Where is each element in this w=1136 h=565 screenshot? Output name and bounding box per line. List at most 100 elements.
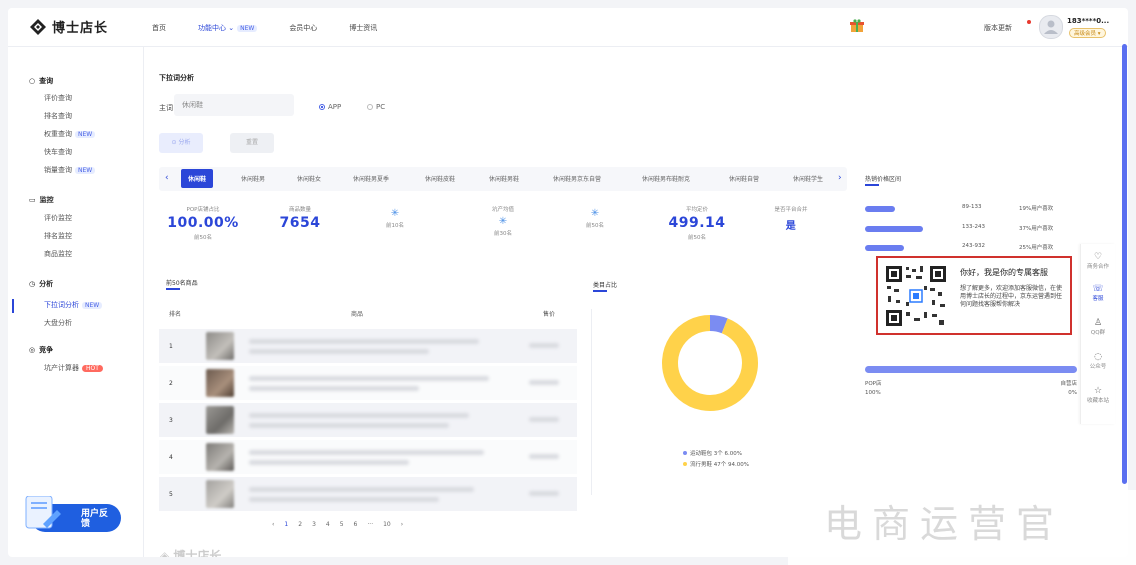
user-phone[interactable]: 183****0...: [1067, 17, 1109, 25]
tab-keyword[interactable]: 休闲鞋男京东自营: [553, 174, 601, 183]
platform-radio-app[interactable]: APP: [319, 103, 341, 111]
pager-page[interactable]: 10: [383, 521, 391, 528]
float-label: 收藏本站: [1086, 398, 1109, 404]
pager-next[interactable]: ›: [401, 521, 403, 528]
tab-keyword[interactable]: 休闲鞋男夏季: [353, 174, 389, 183]
sidebar-item-label: 下拉词分析: [44, 301, 79, 309]
rank-cell: 2: [169, 380, 173, 387]
table-row[interactable]: 3: [159, 403, 577, 437]
sidebar-item-label: 商品监控: [44, 250, 72, 258]
table-row[interactable]: 4: [159, 440, 577, 474]
sidebar-item-product-monitor[interactable]: 商品监控: [44, 249, 72, 259]
tab-keyword[interactable]: 休闲鞋: [181, 169, 214, 188]
nav-news[interactable]: 博士资讯: [349, 23, 377, 33]
avatar[interactable]: [1039, 15, 1063, 39]
blurred-price: [529, 454, 559, 459]
platform-radio-pc[interactable]: PC: [367, 103, 385, 111]
headset-icon: ☏: [1092, 284, 1104, 294]
stat-loading: ✳ 前10名: [351, 205, 439, 229]
price-range-row: 243-932 25%用户喜欢: [865, 243, 1077, 253]
page-scrollbar[interactable]: [1122, 44, 1127, 484]
blurred-price: [529, 343, 559, 348]
new-badge: NEW: [75, 167, 96, 174]
keyword-input[interactable]: 休闲鞋: [174, 94, 294, 116]
logo[interactable]: 博士店长: [30, 17, 108, 36]
float-service[interactable]: ☏ 客服: [1081, 284, 1115, 302]
qr-code-icon[interactable]: [884, 264, 948, 328]
chevron-right-icon[interactable]: ›: [838, 173, 842, 183]
nav-news-label: 博士资讯: [349, 24, 378, 32]
version-update-link[interactable]: 版本更新: [984, 23, 1012, 33]
float-label: QQ群: [1090, 330, 1106, 336]
analyze-button[interactable]: ⊙ 分析: [159, 133, 203, 153]
active-indicator: [12, 299, 14, 313]
tab-keyword[interactable]: 休闲鞋男鞋: [489, 174, 519, 183]
pager-prev[interactable]: ‹: [272, 521, 274, 528]
tab-keyword[interactable]: 休闲鞋皮鞋: [425, 174, 455, 183]
sidebar-group-query[interactable]: ○ 查询: [29, 76, 53, 86]
legend-label: 运动鞋包 3个 6.00%: [690, 451, 742, 457]
sidebar-item-market-analysis[interactable]: 大盘分析: [44, 318, 72, 328]
table-row[interactable]: 2: [159, 366, 577, 400]
sidebar-item-rank-monitor[interactable]: 排名监控: [44, 231, 72, 241]
donut-slice-0: [709, 315, 728, 334]
sidebar-item-calculator[interactable]: 坑产计算器 HOT: [44, 363, 103, 373]
stat-avg-output: 坑产均值 ✳ 前30名: [459, 205, 547, 237]
shop-type-right-label: 自营店: [1060, 381, 1077, 387]
tab-keyword[interactable]: 休闲鞋学生: [793, 174, 823, 183]
rank-cell: 3: [169, 417, 173, 424]
float-business[interactable]: ♡ 商务合作: [1081, 252, 1115, 270]
sidebar-item-label: 排名监控: [44, 232, 72, 240]
pager-page[interactable]: 2: [298, 521, 302, 528]
member-level-badge[interactable]: 高级会员 ▾: [1069, 28, 1106, 38]
col-rank: 排名: [169, 311, 182, 318]
sidebar-group-analysis[interactable]: ◷ 分析: [29, 279, 53, 289]
nav-features[interactable]: 功能中心 ⌄ NEW: [198, 23, 258, 33]
sidebar-item-weight-query[interactable]: 权重查询 NEW: [44, 129, 96, 139]
blurred-text: [249, 376, 489, 381]
float-bookmark[interactable]: ☆ 收藏本站: [1081, 386, 1115, 404]
float-label: 公众号: [1089, 364, 1107, 370]
pager-page[interactable]: 4: [326, 521, 330, 528]
tab-keyword[interactable]: 休闲鞋男布鞋耐克: [642, 174, 690, 183]
chevron-left-icon[interactable]: ‹: [165, 173, 169, 183]
sidebar-item-rank-query[interactable]: 排名查询: [44, 111, 72, 121]
sidebar-item-label: 评价查询: [44, 94, 72, 102]
sidebar-item-dropdown-analysis[interactable]: 下拉词分析 NEW: [44, 300, 103, 310]
stat-value: 100.00%: [167, 215, 239, 231]
sidebar-item-review-query[interactable]: 评价查询: [44, 93, 72, 103]
pager-page[interactable]: 3: [312, 521, 316, 528]
stat-pop-ratio: POP店铺占比 100.00% 前50名: [159, 205, 247, 241]
sidebar-group-monitor[interactable]: ▭ 监控: [29, 195, 54, 205]
tab-keyword[interactable]: 休闲鞋男: [241, 174, 265, 183]
sidebar-item-sales-query[interactable]: 销量查询 NEW: [44, 165, 96, 175]
stat-sub: 前10名: [386, 223, 404, 229]
sidebar-item-express-query[interactable]: 快车查询: [44, 147, 72, 157]
sidebar-item-label: 坑产计算器: [44, 364, 79, 372]
float-wechat[interactable]: ◌ 公众号: [1081, 352, 1115, 370]
pager-ellipsis[interactable]: ···: [367, 521, 373, 528]
nav-members[interactable]: 会员中心: [289, 23, 317, 33]
tab-keyword[interactable]: 休闲鞋女: [297, 174, 321, 183]
table-row[interactable]: 1: [159, 329, 577, 363]
table-row[interactable]: 5: [159, 477, 577, 511]
table-header: 排名 商品 售价: [159, 309, 577, 323]
stat-avg-price: 平均定价 499.14 前50名: [653, 205, 741, 241]
pager-page[interactable]: 1: [284, 521, 288, 528]
reset-button[interactable]: 重置: [230, 133, 274, 153]
sidebar-group-compete[interactable]: ◎ 竞争: [29, 345, 53, 355]
sidebar-item-label: 快车查询: [44, 148, 72, 156]
rank-cell: 5: [169, 491, 173, 498]
pager-page[interactable]: 6: [354, 521, 358, 528]
sidebar-item-review-monitor[interactable]: 评价监控: [44, 213, 72, 223]
tab-keyword[interactable]: 休闲鞋自营: [729, 174, 759, 183]
pager-page[interactable]: 5: [340, 521, 344, 528]
gift-icon[interactable]: [850, 19, 864, 33]
nav-home[interactable]: 首页: [152, 23, 166, 33]
float-qq[interactable]: ♙ QQ群: [1081, 318, 1115, 336]
price-range-pct: 37%用户喜欢: [1019, 226, 1054, 232]
feedback-button[interactable]: 用户反馈: [23, 495, 123, 532]
float-label: 客服: [1092, 296, 1104, 302]
stat-sub: 前50名: [194, 235, 212, 241]
popup-body: 想了解更多，欢迎添加客服微信，在使用博士店长的过程中，京东运营遇到任何问题找客服…: [960, 285, 1063, 308]
